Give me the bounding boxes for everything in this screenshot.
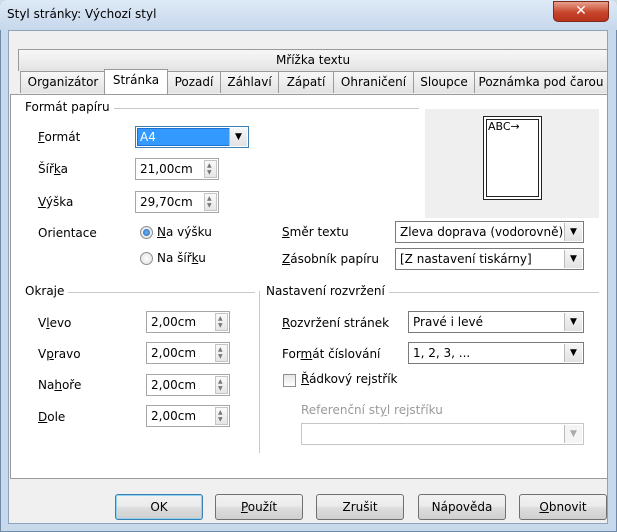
spin-down-icon[interactable]: ▼ bbox=[218, 323, 223, 329]
help-button[interactable]: Nápověda bbox=[418, 494, 506, 520]
format-label: Formát bbox=[38, 130, 81, 144]
portrait-radio[interactable] bbox=[140, 226, 153, 239]
portrait-label[interactable]: Na výšku bbox=[157, 225, 212, 239]
chevron-down-icon[interactable]: ▼ bbox=[229, 128, 247, 146]
paper-tray-dropdown[interactable]: [Z nastavení tiskárny] ▼ bbox=[395, 248, 584, 270]
margin-bottom-spinfield[interactable]: 2,00cm ▲ ▼ bbox=[146, 405, 230, 427]
spin-buttons[interactable]: ▲ ▼ bbox=[215, 376, 228, 394]
paper-tray-label: Zásobník papíru bbox=[282, 252, 379, 266]
tab-sloupce[interactable]: Sloupce bbox=[413, 71, 475, 93]
page-preview-margins: ABC→ bbox=[486, 119, 539, 197]
height-spinfield[interactable]: 29,70cm ▲ ▼ bbox=[135, 191, 219, 213]
chevron-down-icon[interactable]: ▼ bbox=[564, 250, 582, 268]
paper-format-heading: Formát papíru bbox=[25, 100, 114, 114]
chevron-down-icon[interactable]: ▼ bbox=[564, 313, 582, 331]
spin-buttons[interactable]: ▲ ▼ bbox=[215, 313, 228, 331]
page-layout-value: Pravé i levé bbox=[413, 315, 483, 329]
paper-tray-value: [Z nastavení tiskárny] bbox=[400, 252, 532, 266]
register-checkbox[interactable] bbox=[283, 374, 296, 387]
spin-down-icon[interactable]: ▼ bbox=[218, 386, 223, 392]
margin-top-spinfield[interactable]: 2,00cm ▲ ▼ bbox=[146, 374, 230, 396]
text-direction-label: Směr textu bbox=[282, 225, 349, 239]
tab-mrizka-textu[interactable]: Mřížka textu bbox=[18, 49, 608, 71]
ref-style-label: Referenční styl rejstříku bbox=[301, 403, 443, 417]
margin-bottom-label: Dole bbox=[38, 410, 66, 424]
landscape-radio[interactable] bbox=[140, 252, 153, 265]
vertical-separator bbox=[259, 291, 260, 453]
spin-buttons[interactable]: ▲ ▼ bbox=[215, 407, 228, 425]
width-value: 21,00cm bbox=[140, 162, 193, 176]
page-layout-label: Rozvržení stránek bbox=[282, 316, 390, 330]
spin-down-icon[interactable]: ▼ bbox=[207, 203, 212, 209]
page-preview: ABC→ bbox=[425, 109, 599, 218]
tab-pozadi[interactable]: Pozadí bbox=[167, 71, 221, 93]
close-icon: ✕ bbox=[575, 3, 587, 19]
margins-heading: Okraje bbox=[25, 284, 69, 298]
margin-left-label: Vlevo bbox=[38, 316, 72, 330]
tab-panel-stranka: Formát papíru Formát A4 ▼ Šířka 21,00cm … bbox=[10, 94, 608, 479]
spin-down-icon[interactable]: ▼ bbox=[218, 354, 223, 360]
margin-left-spinfield[interactable]: 2,00cm ▲ ▼ bbox=[146, 311, 230, 333]
ref-style-dropdown[interactable]: ▼ bbox=[301, 423, 584, 445]
spin-down-icon[interactable]: ▼ bbox=[207, 170, 212, 176]
page-layout-dropdown[interactable]: Pravé i levé ▼ bbox=[408, 311, 584, 333]
spin-down-icon[interactable]: ▼ bbox=[218, 417, 223, 423]
preview-text: ABC→ bbox=[488, 120, 520, 133]
landscape-label[interactable]: Na šířku bbox=[157, 251, 206, 265]
margin-bottom-value: 2,00cm bbox=[151, 409, 197, 423]
page-preview-sheet: ABC→ bbox=[483, 116, 542, 200]
spin-buttons[interactable]: ▲ ▼ bbox=[204, 160, 217, 178]
tab-organizator[interactable]: Organizátor bbox=[20, 71, 106, 93]
height-label: Výška bbox=[38, 195, 74, 209]
register-label[interactable]: Řádkový rejstřík bbox=[301, 372, 398, 386]
text-direction-value: Zleva doprava (vodorovně) bbox=[400, 225, 564, 239]
margin-top-label: Nahoře bbox=[38, 378, 82, 392]
tab-poznamka-pod-carou[interactable]: Poznámka pod čarou bbox=[474, 71, 608, 93]
chevron-down-icon[interactable]: ▼ bbox=[564, 425, 582, 443]
layout-settings-heading: Nastavení rozvržení bbox=[266, 284, 389, 298]
apply-button[interactable]: Použít bbox=[215, 494, 303, 520]
height-value: 29,70cm bbox=[140, 195, 193, 209]
margin-right-spinfield[interactable]: 2,00cm ▲ ▼ bbox=[146, 342, 230, 364]
close-button[interactable]: ✕ bbox=[553, 1, 609, 22]
numbering-dropdown[interactable]: 1, 2, 3, ... ▼ bbox=[408, 342, 584, 364]
chevron-down-icon[interactable]: ▼ bbox=[564, 344, 582, 362]
ok-button[interactable]: OK bbox=[115, 494, 203, 520]
window-title: Styl stránky: Výchozí styl bbox=[7, 7, 157, 21]
numbering-label: Formát číslování bbox=[282, 347, 381, 361]
margin-right-value: 2,00cm bbox=[151, 346, 197, 360]
margin-right-label: Vpravo bbox=[38, 347, 81, 361]
tab-zapati[interactable]: Zápatí bbox=[278, 71, 334, 93]
tab-stranka[interactable]: Stránka bbox=[104, 69, 168, 94]
chevron-down-icon[interactable]: ▼ bbox=[564, 223, 582, 241]
title-bar[interactable]: Styl stránky: Výchozí styl ✕ bbox=[0, 0, 617, 30]
width-spinfield[interactable]: 21,00cm ▲ ▼ bbox=[135, 158, 219, 180]
spin-buttons[interactable]: ▲ ▼ bbox=[204, 193, 217, 211]
numbering-value: 1, 2, 3, ... bbox=[413, 346, 471, 360]
text-direction-dropdown[interactable]: Zleva doprava (vodorovně) ▼ bbox=[395, 221, 584, 243]
width-label: Šířka bbox=[38, 162, 68, 176]
reset-button[interactable]: Obnovit bbox=[519, 494, 607, 520]
margin-left-value: 2,00cm bbox=[151, 315, 197, 329]
cancel-button[interactable]: Zrušit bbox=[316, 494, 404, 520]
tab-zahlavi[interactable]: Záhlaví bbox=[220, 71, 279, 93]
orientation-label: Orientace bbox=[38, 226, 97, 240]
format-dropdown[interactable]: A4 ▼ bbox=[135, 126, 249, 148]
margin-top-value: 2,00cm bbox=[151, 378, 197, 392]
spin-buttons[interactable]: ▲ ▼ bbox=[215, 344, 228, 362]
tab-ohraniceni[interactable]: Ohraničení bbox=[333, 71, 414, 93]
format-value: A4 bbox=[140, 130, 156, 144]
